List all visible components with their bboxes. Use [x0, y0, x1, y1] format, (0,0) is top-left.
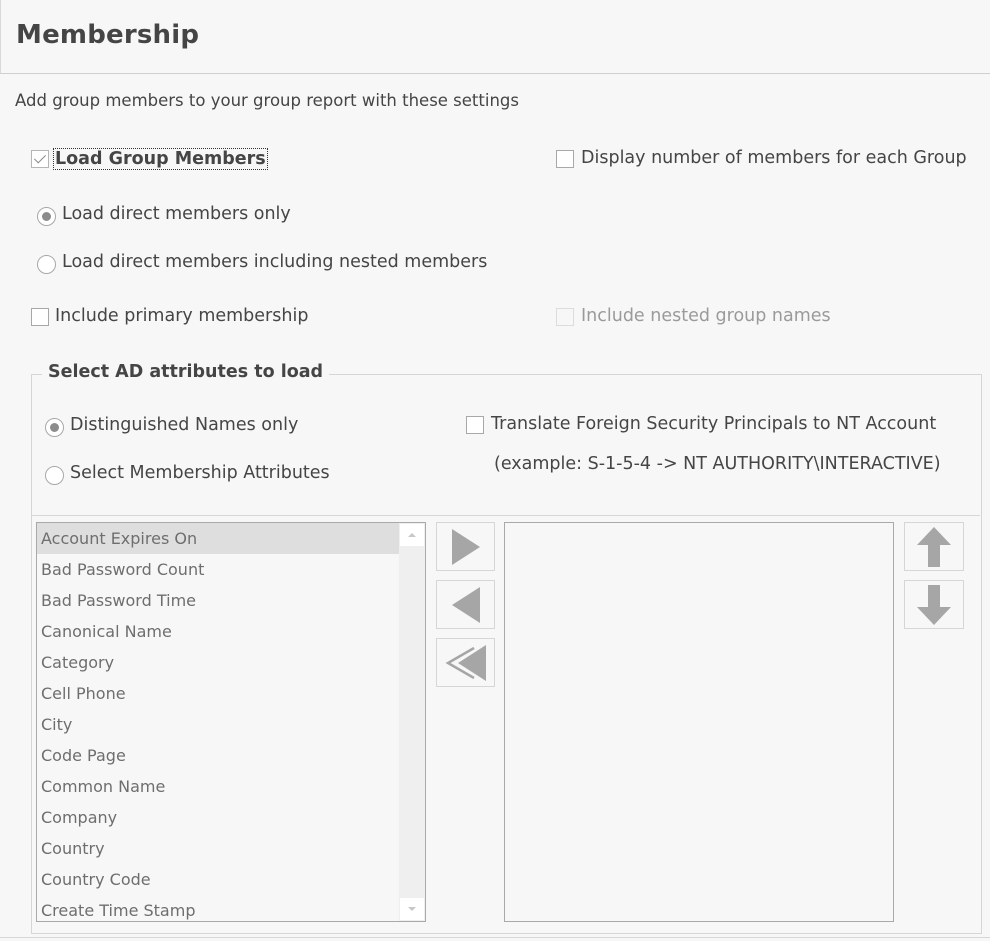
page-title: Membership	[16, 20, 200, 50]
include-primary-membership-label[interactable]: Include primary membership	[55, 306, 308, 326]
move-down-button[interactable]	[904, 580, 964, 629]
list-item[interactable]: Cell Phone	[37, 678, 399, 709]
add-attribute-button[interactable]	[436, 522, 495, 571]
list-items-container: Account Expires On Bad Password Count Bad …	[37, 523, 425, 921]
radio-button[interactable]	[45, 466, 64, 485]
checkbox-box[interactable]	[31, 150, 49, 168]
checkbox-box[interactable]	[466, 416, 484, 434]
load-group-members-label[interactable]: Load Group Members	[53, 148, 268, 170]
list-item[interactable]: Country Code	[37, 864, 399, 895]
move-up-button[interactable]	[904, 522, 964, 571]
radio-label[interactable]: Load direct members only	[62, 204, 291, 224]
list-item[interactable]: Country	[37, 833, 399, 864]
list-item[interactable]: Bad Password Count	[37, 554, 399, 585]
list-item[interactable]: Create Time Stamp	[37, 895, 399, 921]
scroll-down-button[interactable]	[400, 898, 424, 920]
list-item[interactable]: Company	[37, 802, 399, 833]
scroll-up-button[interactable]	[400, 524, 424, 546]
available-attributes-list[interactable]: Account Expires On Bad Password Count Bad …	[36, 522, 426, 922]
arrow-left-icon	[451, 586, 480, 623]
translate-fsp-example: (example: S-1-5-4 -> NT AUTHORITY\INTERA…	[494, 454, 941, 474]
checkbox-box[interactable]	[556, 150, 574, 168]
radio-button[interactable]	[37, 207, 56, 226]
scroll-down-icon	[408, 907, 416, 911]
display-member-count-label[interactable]: Display number of members for each Group	[581, 148, 967, 168]
scroll-up-icon	[408, 533, 416, 537]
vertical-scrollbar[interactable]	[399, 523, 425, 921]
list-item[interactable]: Code Page	[37, 740, 399, 771]
list-item[interactable]: Canonical Name	[37, 616, 399, 647]
bottom-divider	[0, 937, 990, 938]
checkbox-box	[556, 308, 574, 326]
selected-attributes-list[interactable]	[504, 522, 894, 922]
ad-attributes-title: Select AD attributes to load	[42, 362, 330, 382]
list-item[interactable]: Category	[37, 647, 399, 678]
page-subtitle: Add group members to your group report w…	[15, 91, 519, 110]
radio-label[interactable]: Load direct members including nested mem…	[62, 252, 487, 272]
remove-attribute-button[interactable]	[436, 580, 495, 629]
include-nested-group-names-label: Include nested group names	[581, 306, 831, 326]
remove-all-attributes-button[interactable]	[436, 638, 495, 687]
checkbox-box[interactable]	[31, 308, 49, 326]
section-divider	[32, 515, 980, 516]
radio-button[interactable]	[45, 418, 64, 437]
translate-fsp-label[interactable]: Translate Foreign Security Principals to…	[491, 414, 936, 434]
list-item[interactable]: Account Expires On	[37, 523, 399, 554]
arrow-up-icon	[917, 526, 951, 567]
arrow-right-icon	[451, 528, 480, 565]
double-arrow-left-icon	[444, 644, 486, 681]
list-item[interactable]: City	[37, 709, 399, 740]
list-item[interactable]: Common Name	[37, 771, 399, 802]
radio-label[interactable]: Select Membership Attributes	[70, 463, 330, 483]
arrow-down-icon	[917, 584, 951, 625]
list-item[interactable]: Bad Password Time	[37, 585, 399, 616]
radio-label[interactable]: Distinguished Names only	[70, 415, 298, 435]
radio-button[interactable]	[37, 255, 56, 274]
